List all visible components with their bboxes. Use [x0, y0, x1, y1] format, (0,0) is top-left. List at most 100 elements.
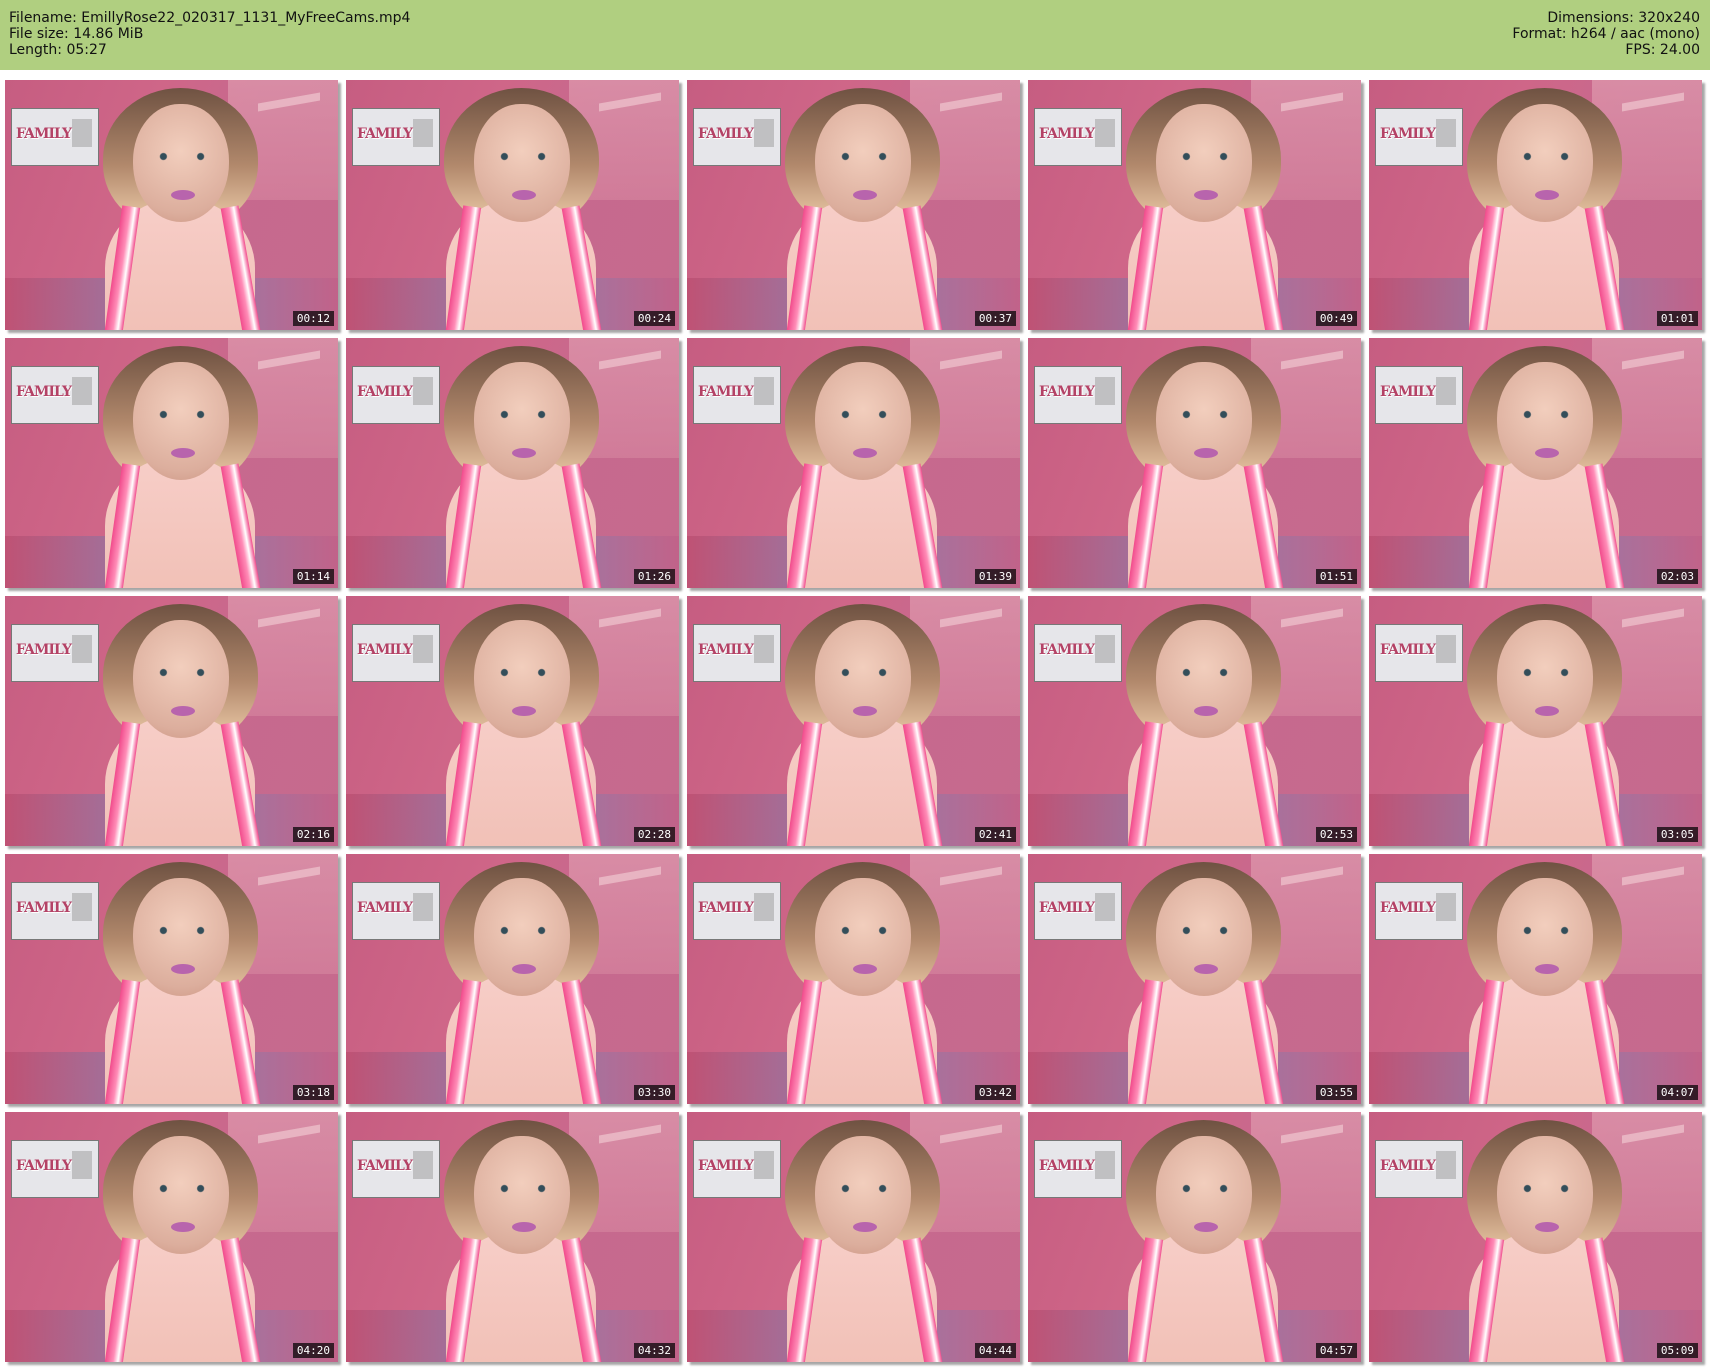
face — [815, 878, 911, 996]
video-thumbnail[interactable]: FAMILY 02:03 — [1369, 338, 1702, 588]
thumbnail-timestamp: 01:51 — [1315, 569, 1357, 584]
family-poster: FAMILY — [1034, 366, 1122, 424]
video-thumbnail[interactable]: FAMILY 03:05 — [1369, 596, 1702, 846]
thumbnail-timestamp: 03:55 — [1315, 1085, 1357, 1100]
face — [1156, 362, 1252, 480]
poster-photo — [1095, 635, 1115, 663]
format-text: Format: h264 / aac (mono) — [1512, 26, 1700, 42]
poster-photo — [1095, 377, 1115, 405]
mouth — [171, 964, 195, 974]
video-thumbnail[interactable]: FAMILY 03:30 — [346, 854, 679, 1104]
video-thumbnail[interactable]: FAMILY 01:39 — [687, 338, 1020, 588]
mouth — [853, 190, 877, 200]
thumbnail-timestamp: 00:12 — [292, 311, 334, 326]
mouth — [1194, 706, 1218, 716]
video-thumbnail[interactable]: FAMILY 04:20 — [5, 1112, 338, 1362]
person-figure — [444, 1120, 603, 1362]
video-info-header: Filename: EmillyRose22_020317_1131_MyFre… — [0, 0, 1710, 70]
person-figure — [1126, 346, 1285, 588]
video-thumbnail[interactable]: FAMILY 04:32 — [346, 1112, 679, 1362]
mouth — [512, 190, 536, 200]
person-figure — [1126, 1120, 1285, 1362]
family-poster: FAMILY — [1375, 882, 1463, 940]
face — [133, 878, 229, 996]
face — [815, 1136, 911, 1254]
eyes — [1174, 152, 1236, 161]
family-poster: FAMILY — [1375, 1140, 1463, 1198]
eyes — [1515, 926, 1577, 935]
poster-photo — [72, 893, 92, 921]
video-thumbnail[interactable]: FAMILY 00:12 — [5, 80, 338, 330]
poster-photo — [413, 893, 433, 921]
video-thumbnail[interactable]: FAMILY 03:55 — [1028, 854, 1361, 1104]
family-poster: FAMILY — [1034, 108, 1122, 166]
person-figure — [103, 346, 262, 588]
face — [1156, 104, 1252, 222]
poster-photo — [754, 119, 774, 147]
person-figure — [103, 1120, 262, 1362]
video-thumbnail[interactable]: FAMILY 03:18 — [5, 854, 338, 1104]
video-thumbnail[interactable]: FAMILY 00:49 — [1028, 80, 1361, 330]
eyes — [833, 926, 895, 935]
family-poster: FAMILY — [1375, 624, 1463, 682]
mouth — [853, 448, 877, 458]
person-figure — [1467, 862, 1626, 1104]
video-thumbnail[interactable]: FAMILY 01:01 — [1369, 80, 1702, 330]
thumbnail-timestamp: 00:24 — [633, 311, 675, 326]
person-figure — [1126, 88, 1285, 330]
face — [1156, 620, 1252, 738]
person-figure — [1467, 346, 1626, 588]
poster-photo — [754, 1151, 774, 1179]
video-thumbnail[interactable]: FAMILY 01:51 — [1028, 338, 1361, 588]
video-thumbnail[interactable]: FAMILY 04:44 — [687, 1112, 1020, 1362]
thumbnail-timestamp: 04:20 — [292, 1343, 334, 1358]
face — [133, 1136, 229, 1254]
poster-photo — [72, 377, 92, 405]
length-text: Length: 05:27 — [9, 42, 107, 58]
mouth — [853, 964, 877, 974]
face — [815, 104, 911, 222]
filename-text: Filename: EmillyRose22_020317_1131_MyFre… — [9, 10, 411, 26]
video-thumbnail[interactable]: FAMILY 02:28 — [346, 596, 679, 846]
eyes — [1515, 152, 1577, 161]
thumbnail-timestamp: 03:05 — [1656, 827, 1698, 842]
face — [1156, 1136, 1252, 1254]
video-thumbnail[interactable]: FAMILY 02:53 — [1028, 596, 1361, 846]
video-thumbnail[interactable]: FAMILY 00:37 — [687, 80, 1020, 330]
eyes — [492, 410, 554, 419]
video-thumbnail[interactable]: FAMILY 02:41 — [687, 596, 1020, 846]
video-thumbnail[interactable]: FAMILY 05:09 — [1369, 1112, 1702, 1362]
poster-photo — [1436, 119, 1456, 147]
poster-photo — [754, 893, 774, 921]
mouth — [853, 706, 877, 716]
thumbnail-timestamp: 01:39 — [974, 569, 1016, 584]
video-thumbnail[interactable]: FAMILY 00:24 — [346, 80, 679, 330]
face — [474, 104, 570, 222]
video-thumbnail[interactable]: FAMILY 03:42 — [687, 854, 1020, 1104]
video-thumbnail[interactable]: FAMILY 01:26 — [346, 338, 679, 588]
mouth — [1535, 190, 1559, 200]
video-thumbnail[interactable]: FAMILY 01:14 — [5, 338, 338, 588]
video-thumbnail[interactable]: FAMILY 02:16 — [5, 596, 338, 846]
family-poster: FAMILY — [11, 108, 99, 166]
mouth — [1194, 1222, 1218, 1232]
video-thumbnail[interactable]: FAMILY 04:07 — [1369, 854, 1702, 1104]
family-poster: FAMILY — [1034, 1140, 1122, 1198]
poster-photo — [1095, 119, 1115, 147]
eyes — [1515, 668, 1577, 677]
family-poster: FAMILY — [1034, 882, 1122, 940]
eyes — [151, 152, 213, 161]
person-figure — [785, 88, 944, 330]
family-poster: FAMILY — [693, 366, 781, 424]
family-poster: FAMILY — [693, 624, 781, 682]
mouth — [171, 448, 195, 458]
poster-photo — [413, 1151, 433, 1179]
eyes — [833, 668, 895, 677]
family-poster: FAMILY — [352, 882, 440, 940]
person-figure — [444, 604, 603, 846]
mouth — [512, 964, 536, 974]
mouth — [512, 448, 536, 458]
video-thumbnail[interactable]: FAMILY 04:57 — [1028, 1112, 1361, 1362]
eyes — [1174, 668, 1236, 677]
video-metadata-right: Dimensions: 320x240 Format: h264 / aac (… — [1512, 10, 1700, 58]
